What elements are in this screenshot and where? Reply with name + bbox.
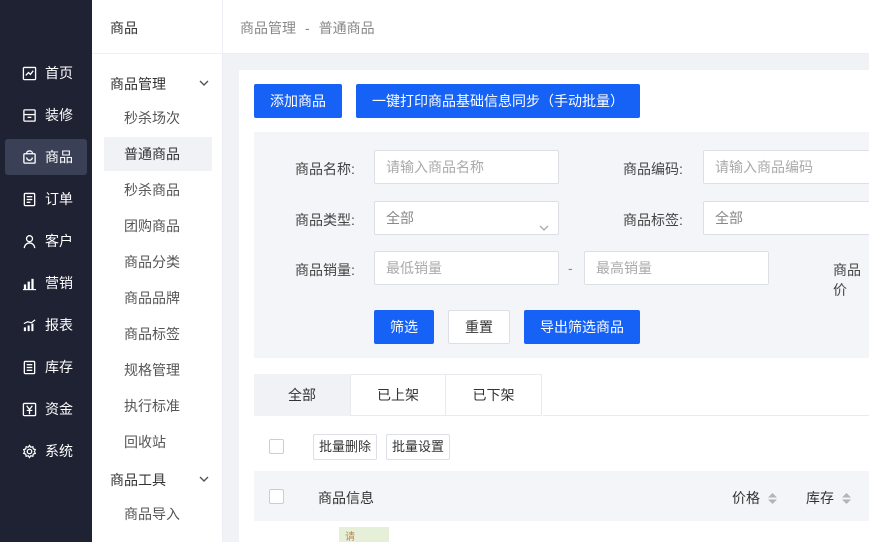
bulk-delete-button[interactable]: 批量删除 — [313, 434, 378, 460]
status-tabs: 全部 已上架 已下架 — [254, 374, 542, 416]
nav-item-system[interactable]: 系统 — [5, 433, 87, 469]
sub-item-standards[interactable]: 执行标准 — [104, 389, 212, 423]
nav-label: 报表 — [45, 317, 73, 333]
sub-menu: 商品 商品管理 秒杀场次 普通商品 秒杀商品 团购商品 商品分类 商品品牌 商品… — [92, 0, 223, 542]
goods-type-label: 商品类型: — [295, 212, 355, 228]
inventory-icon — [21, 359, 37, 375]
report-chart-icon — [21, 317, 37, 333]
col-price-label: 价格 — [732, 490, 760, 506]
gear-icon — [21, 443, 37, 459]
nav-label: 商品 — [45, 149, 73, 165]
nav-item-orders[interactable]: 订单 — [5, 181, 87, 217]
goods-sales-label: 商品销量: — [295, 262, 355, 278]
sub-item-recycle-bin[interactable]: 回收站 — [104, 425, 212, 459]
nav-label: 客户 — [45, 233, 73, 249]
divider — [543, 415, 869, 416]
sub-item-tags[interactable]: 商品标签 — [104, 317, 212, 351]
sub-item-categories[interactable]: 商品分类 — [104, 245, 212, 279]
export-filtered-button[interactable]: 导出筛选商品 — [524, 310, 640, 344]
nav-label: 首页 — [45, 65, 73, 81]
divider — [92, 53, 223, 54]
bag-icon — [21, 149, 37, 165]
sub-group-label: 商品管理 — [110, 76, 166, 92]
sub-item-group-buy-goods[interactable]: 团购商品 — [104, 209, 212, 243]
nav-item-goods[interactable]: 商品 — [5, 139, 87, 175]
goods-tag-label: 商品标签: — [623, 212, 683, 228]
nav-item-decoration[interactable]: 装修 — [5, 97, 87, 133]
store-icon — [21, 107, 37, 123]
nav-label: 装修 — [45, 107, 73, 123]
nav-item-marketing[interactable]: 营销 — [5, 265, 87, 301]
goods-type-value: 全部 — [386, 210, 414, 226]
sub-item-specs[interactable]: 规格管理 — [104, 353, 212, 387]
header-checkbox[interactable] — [269, 489, 284, 504]
sub-item-seckill-sessions[interactable]: 秒杀场次 — [104, 101, 212, 135]
goods-code-input[interactable]: 请输入商品编码 — [703, 150, 869, 184]
goods-price-label: 商品价 — [833, 262, 861, 298]
goods-thumbnail[interactable]: 请 — [339, 527, 389, 542]
nav-item-home[interactable]: 首页 — [5, 55, 87, 91]
filter-button[interactable]: 筛选 — [374, 310, 434, 344]
sort-icon[interactable] — [842, 492, 851, 504]
goods-tag-value: 全部 — [715, 210, 743, 226]
chevron-down-icon — [198, 472, 210, 488]
reset-button[interactable]: 重置 — [448, 310, 510, 344]
col-goods-info: 商品信息 — [318, 490, 374, 506]
sales-min-input[interactable]: 最低销量 — [374, 251, 559, 285]
nav-label: 资金 — [45, 401, 73, 417]
nav-item-inventory[interactable]: 库存 — [5, 349, 87, 385]
breadcrumb: 商品管理 - 普通商品 — [240, 18, 375, 38]
nav-item-reports[interactable]: 报表 — [5, 307, 87, 343]
sub-menu-title: 商品 — [110, 20, 138, 36]
breadcrumb-separator: - — [305, 20, 310, 36]
bulk-settings-button[interactable]: 批量设置 — [386, 434, 451, 460]
tab-off-shelf[interactable]: 已下架 — [446, 374, 542, 416]
sub-item-normal-goods[interactable]: 普通商品 — [104, 137, 212, 171]
user-icon — [21, 233, 37, 249]
nav-label: 营销 — [45, 275, 73, 291]
sub-item-import[interactable]: 商品导入 — [104, 497, 212, 531]
top-bar: 商品管理 - 普通商品 — [223, 0, 869, 54]
nav-item-funds[interactable]: 资金 — [5, 391, 87, 427]
sync-print-info-button[interactable]: 一键打印商品基础信息同步（手动批量） — [356, 84, 640, 118]
sales-max-input[interactable]: 最高销量 — [584, 251, 769, 285]
select-all-checkbox[interactable] — [269, 439, 284, 454]
tab-on-shelf[interactable]: 已上架 — [350, 374, 446, 416]
col-stock-label: 库存 — [806, 490, 834, 506]
sub-group-label: 商品工具 — [110, 472, 166, 488]
nav-label: 库存 — [45, 359, 73, 375]
goods-tag-select[interactable]: 全部 — [703, 201, 869, 235]
add-goods-button[interactable]: 添加商品 — [254, 84, 342, 118]
nav-label: 系统 — [45, 443, 73, 459]
tab-all[interactable]: 全部 — [254, 374, 350, 416]
sub-group-goods-management[interactable]: 商品管理 — [110, 74, 210, 94]
bar-chart-icon — [21, 275, 37, 291]
thumbnail-text: 请 — [345, 532, 355, 542]
nav-item-customers[interactable]: 客户 — [5, 223, 87, 259]
range-dash: - — [568, 260, 573, 276]
col-price[interactable]: 价格 — [732, 488, 777, 508]
nav-label: 订单 — [45, 191, 73, 207]
main-nav: 首页 装修 商品 订单 客户 营销 报表 库存 资金 系统 — [0, 0, 92, 542]
chevron-down-icon — [198, 76, 210, 92]
col-stock[interactable]: 库存 — [806, 488, 851, 508]
breadcrumb-current: 普通商品 — [318, 20, 375, 36]
sub-item-seckill-goods[interactable]: 秒杀商品 — [104, 173, 212, 207]
goods-type-select[interactable]: 全部 — [374, 201, 559, 235]
goods-name-label: 商品名称: — [295, 161, 355, 177]
sub-item-brands[interactable]: 商品品牌 — [104, 281, 212, 315]
order-list-icon — [21, 191, 37, 207]
sub-group-goods-tools[interactable]: 商品工具 — [110, 470, 210, 490]
breadcrumb-item[interactable]: 商品管理 — [240, 20, 296, 36]
goods-name-input[interactable]: 请输入商品名称 — [374, 150, 559, 184]
sort-icon[interactable] — [768, 492, 777, 504]
chart-line-icon — [21, 65, 37, 81]
yen-icon — [21, 401, 37, 417]
chevron-down-icon — [538, 213, 550, 245]
goods-code-label: 商品编码: — [623, 161, 683, 177]
